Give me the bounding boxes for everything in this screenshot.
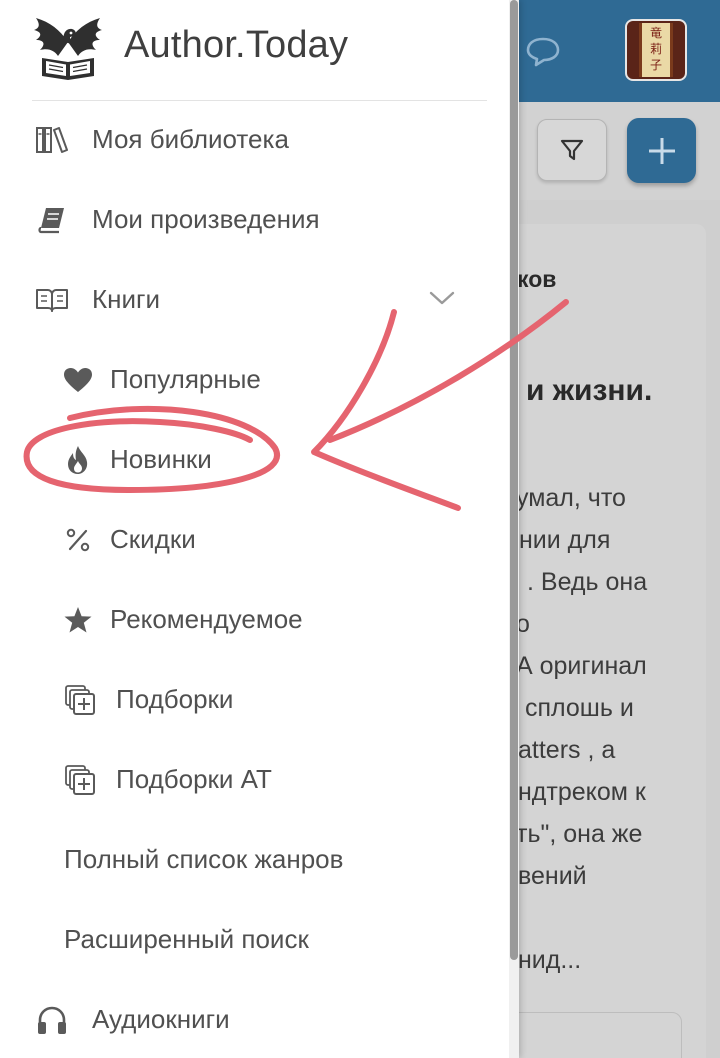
eagle-book-logo-icon xyxy=(34,18,102,80)
book-icon xyxy=(35,203,69,237)
menu-label: Расширенный поиск xyxy=(64,924,309,954)
heart-icon xyxy=(61,363,95,397)
menu-label: Подборки АТ xyxy=(116,764,272,794)
menu-label: Книги xyxy=(92,284,161,314)
chevron-down-icon[interactable] xyxy=(428,288,456,308)
card-title-fragment: и жизни. xyxy=(526,374,653,407)
user-avatar[interactable]: 竜 莉 子 xyxy=(625,19,687,81)
filter-icon xyxy=(560,139,584,161)
menu-label: Новинки xyxy=(110,444,212,474)
menu-item-all-genres[interactable]: Полный список жанров xyxy=(0,831,500,887)
brand-name[interactable]: Author.Today xyxy=(124,24,348,67)
filter-button[interactable] xyxy=(537,119,607,181)
collections-icon xyxy=(63,683,97,717)
percent-icon xyxy=(61,523,95,557)
menu-item-recommended[interactable]: Рекомендуемое xyxy=(0,591,500,647)
card-text-fragment: ков xyxy=(517,266,557,292)
menu-item-collections-at[interactable]: Подборки АТ xyxy=(0,751,500,807)
scrollbar-thumb[interactable] xyxy=(510,0,518,960)
card-text-fragment: atters , а xyxy=(518,736,616,764)
menu-label: Рекомендуемое xyxy=(110,604,303,634)
card-bottom-box xyxy=(500,1012,682,1058)
card-text-fragment: ть", она же xyxy=(516,820,643,848)
open-book-icon xyxy=(35,283,69,317)
menu-item-audiobooks[interactable]: Аудиокниги xyxy=(0,991,500,1047)
menu-label: Полный список жанров xyxy=(64,844,344,874)
menu-label: Скидки xyxy=(110,524,196,554)
menu-label: Популярные xyxy=(110,364,261,394)
avatar-char-2: 莉 xyxy=(649,42,662,56)
collections-icon xyxy=(63,763,97,797)
menu-item-advanced-search[interactable]: Расширенный поиск xyxy=(0,911,500,967)
headphones-icon xyxy=(35,1003,69,1037)
menu-label: Мои произведения xyxy=(92,204,320,234)
menu-label: Подборки xyxy=(116,684,234,714)
card-text-fragment: сплошь и xyxy=(525,694,634,722)
menu-item-collections[interactable]: Подборки xyxy=(0,671,500,727)
books-icon xyxy=(35,123,69,157)
menu-label: Моя библиотека xyxy=(92,124,289,154)
menu-item-library[interactable]: Моя библиотека xyxy=(0,111,500,167)
card-text-fragment: умал, что xyxy=(516,484,626,512)
card-text-fragment: . Ведь она xyxy=(527,568,648,596)
add-button[interactable] xyxy=(627,118,696,183)
chat-icon[interactable] xyxy=(524,34,562,68)
menu-item-books[interactable]: Книги xyxy=(0,271,500,327)
brand-logo[interactable] xyxy=(30,12,106,84)
card-text-fragment: вений xyxy=(518,862,587,890)
divider xyxy=(32,100,487,101)
menu-item-discounts[interactable]: Скидки xyxy=(0,511,500,567)
card-text-fragment: нии для xyxy=(519,526,611,554)
menu-item-popular[interactable]: Популярные xyxy=(0,351,500,407)
avatar-char-1: 竜 xyxy=(649,26,662,40)
navigation-drawer: Author.Today Моя библиотека Мои произвед… xyxy=(0,0,519,1058)
card-text-fragment: А оригинал xyxy=(516,652,647,680)
menu-item-new[interactable]: Новинки xyxy=(0,431,500,487)
plus-icon xyxy=(648,137,675,164)
flame-icon xyxy=(61,443,95,477)
card-text-fragment: ндтреком к xyxy=(518,778,646,806)
card-text-fragment: нид... xyxy=(518,946,582,974)
avatar-char-3: 子 xyxy=(649,58,662,72)
menu-item-my-works[interactable]: Мои произведения xyxy=(0,191,500,247)
star-icon xyxy=(61,603,95,637)
menu-label: Аудиокниги xyxy=(92,1004,230,1034)
